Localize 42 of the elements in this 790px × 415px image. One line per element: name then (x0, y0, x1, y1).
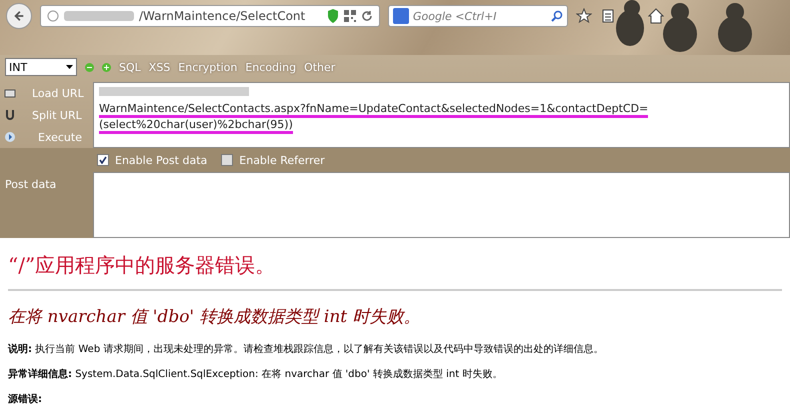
back-arrow-icon (13, 9, 25, 23)
menu-item[interactable]: XSS (148, 60, 170, 74)
detail-text: System.Data.SqlClient.SqlException: 在将 nvarchar 值 'dbo' 转换成数据类型 int 时失败。 (75, 369, 502, 380)
url-field[interactable]: WarnMaintence/SelectContacts.aspx?fnName=UpdateContact&selectedNodes=1&contactDeptCD= (select%20char(user)%2bchar(95)) (93, 82, 790, 148)
dropdown[interactable]: INT (5, 58, 77, 76)
checkmark-icon (99, 156, 107, 164)
checkbox[interactable]: Enable Post data (97, 154, 208, 166)
detail-text: 执行当前 Web 请求期间，出现未处理的异常。请检查堆栈跟踪信息，以了解有关该错误以及代码中导致错误的出处的详细信息。 (35, 344, 604, 355)
source-error-label: 源错误: (8, 394, 42, 405)
clipboard-icon[interactable] (600, 8, 616, 24)
menu-item[interactable]: Encoding (245, 60, 296, 74)
split-icon (4, 109, 16, 121)
reload-icon[interactable] (361, 10, 373, 22)
menu-item[interactable]: SQL (119, 60, 141, 74)
post-data-field[interactable] (93, 172, 790, 238)
url-text: (select%20char(user)%2bchar(95)) (99, 118, 293, 134)
play-icon (4, 131, 16, 143)
redacted-block (64, 11, 134, 21)
menu-item[interactable]: Other (304, 60, 336, 74)
detail-label: 说明: (8, 344, 32, 355)
back-button[interactable] (6, 3, 32, 29)
address-text: /WarnMaintence/SelectCont (139, 9, 306, 23)
checkbox[interactable]: Enable Referrer (221, 154, 325, 166)
address-bar[interactable]: /WarnMaintence/SelectCont (40, 5, 380, 27)
load-icon (4, 87, 16, 99)
error-title: “/”应用程序中的服务器错误。 (8, 252, 276, 279)
home-icon[interactable] (648, 8, 664, 24)
qr-code-icon[interactable] (344, 10, 356, 22)
shield-icon (327, 9, 339, 23)
url-text: WarnMaintence/SelectContacts.aspx?fnName=UpdateContact&selectedNodes=1&contactDeptCD= (99, 102, 648, 118)
search-icon[interactable] (551, 10, 563, 22)
action-button[interactable]: Load URL (0, 82, 93, 104)
post-data-label: Post data (5, 178, 56, 191)
menu-item[interactable]: Encryption (178, 60, 238, 74)
error-message: 在将 nvarchar 值 'dbo' 转换成数据类型 int 时失败。 (8, 306, 422, 328)
action-button[interactable]: Split URL (0, 104, 93, 126)
action-button[interactable]: Execute (0, 126, 93, 148)
search-field[interactable]: Google <Ctrl+I (388, 5, 568, 27)
search-placeholder: Google <Ctrl+I (413, 10, 498, 22)
detail-label: 异常详细信息: (8, 369, 72, 380)
caret-icon (66, 65, 73, 69)
star-icon[interactable] (576, 8, 592, 24)
